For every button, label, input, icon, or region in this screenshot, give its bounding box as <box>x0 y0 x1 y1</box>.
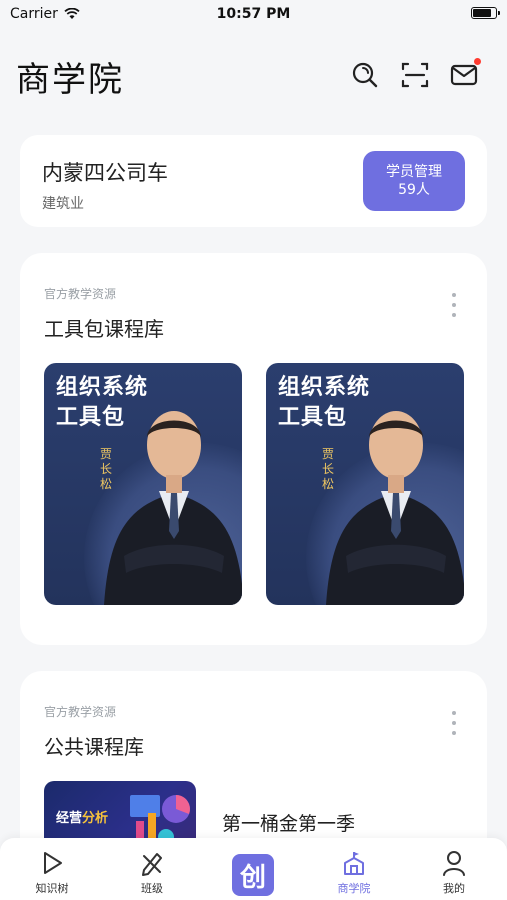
cover-title-line1: 组织系统 <box>278 375 371 400</box>
tab-class[interactable]: 班级 <box>112 844 192 895</box>
play-icon <box>44 852 62 874</box>
user-icon <box>443 851 465 876</box>
toolkit-course-library: 官方教学资源 工具包课程库 组织系统 工具包 贾长松 组织系统 工具包 贾长松 <box>20 253 487 645</box>
section-title: 工具包课程库 <box>44 317 164 341</box>
more-options-icon[interactable] <box>451 711 457 735</box>
more-options-icon[interactable] <box>451 293 457 317</box>
member-management-button[interactable]: 学员管理 59人 <box>363 151 465 211</box>
public-course-library: 官方教学资源 公共课程库 经营分析 第一桶金第一季 <box>20 671 487 861</box>
course-cover[interactable]: 组织系统 工具包 贾长松 <box>44 363 242 605</box>
clock: 10:57 PM <box>216 6 291 22</box>
section-title: 公共课程库 <box>44 735 144 759</box>
page-header: 商学院 <box>0 52 507 102</box>
tab-label: 我的 <box>443 882 465 895</box>
member-management-label: 学员管理 <box>386 164 442 180</box>
cover-author: 贾长松 <box>100 447 113 491</box>
course-title: 第一桶金第一季 <box>222 813 356 835</box>
tab-label: 知识树 <box>35 882 69 895</box>
school-icon <box>344 852 364 875</box>
page-title: 商学院 <box>16 60 124 100</box>
search-button[interactable] <box>350 60 380 90</box>
section-label: 官方教学资源 <box>44 705 117 719</box>
course-cover[interactable]: 组织系统 工具包 贾长松 <box>266 363 464 605</box>
search-icon <box>352 62 378 88</box>
thumb-label-highlight: 分析 <box>82 811 109 826</box>
tab-knowledge-tree[interactable]: 知识树 <box>12 844 92 895</box>
tab-business-school[interactable]: 商学院 <box>314 844 394 895</box>
scan-icon <box>401 62 429 88</box>
thumb-label-prefix: 经营 <box>56 811 83 826</box>
notification-dot <box>474 58 481 65</box>
mail-icon <box>450 64 478 86</box>
organization-industry: 建筑业 <box>42 196 84 212</box>
organization-card: 内蒙四公司车 建筑业 学员管理 59人 <box>20 135 487 227</box>
cover-title-line1: 组织系统 <box>56 375 149 400</box>
status-bar: Carrier 10:57 PM <box>0 0 507 30</box>
cover-title-line2: 工具包 <box>56 405 126 430</box>
brand-logo-button[interactable]: 创 <box>232 854 274 896</box>
cover-author: 贾长松 <box>322 447 335 491</box>
tab-label: 班级 <box>141 882 163 895</box>
section-label: 官方教学资源 <box>44 287 117 301</box>
battery-icon <box>471 7 500 19</box>
tab-profile[interactable]: 我的 <box>414 844 494 895</box>
messages-button[interactable] <box>449 58 481 90</box>
brand-logo: 创 <box>239 862 266 893</box>
tab-label: 商学院 <box>337 882 371 895</box>
pencil-ruler-icon <box>142 853 162 876</box>
cover-title-line2: 工具包 <box>278 405 348 430</box>
organization-name: 内蒙四公司车 <box>42 161 168 185</box>
member-count: 59人 <box>398 182 430 198</box>
scan-button[interactable] <box>400 60 430 90</box>
